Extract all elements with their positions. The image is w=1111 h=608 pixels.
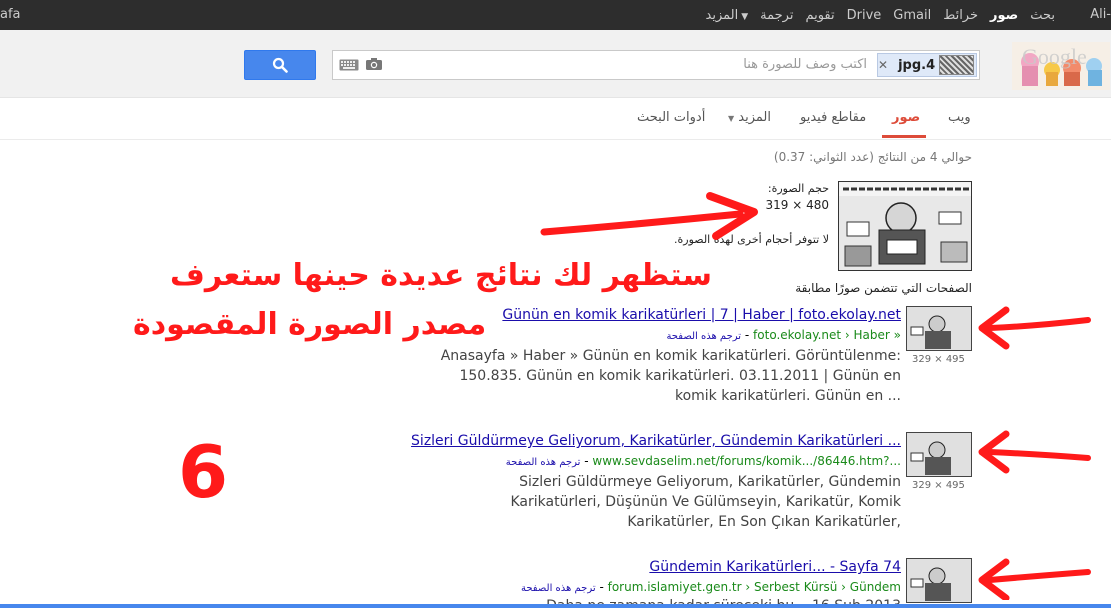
result-thumbnail[interactable] xyxy=(906,558,972,603)
nav-images[interactable]: صور xyxy=(990,8,1018,23)
search-box[interactable]: ✕ jpg.4 اكتب وصف للصورة هنا xyxy=(332,50,980,80)
nav-calendar[interactable]: تقويم xyxy=(805,8,834,23)
result-thumbnail[interactable] xyxy=(906,306,972,351)
result-dimensions: 329 × 495 xyxy=(912,354,965,365)
top-nav: بحث صور خرائط Gmail Drive تقويم ترجمة ال… xyxy=(706,0,1056,30)
search-button[interactable] xyxy=(244,50,316,80)
result-snippet: Sizleri Güldürmeye Geliyorum, Karikatürl… xyxy=(510,474,902,530)
annotation-text-line2: مصدر الصورة المقصودة xyxy=(133,307,487,342)
caret-down-icon: ▼ xyxy=(728,114,735,123)
camera-icon[interactable] xyxy=(365,57,383,71)
translate-link[interactable]: ترجم هذه الصفحة xyxy=(666,331,741,342)
result-snippet: Anasayfa » Haber » Günün en komik karika… xyxy=(440,348,901,404)
remove-image-icon[interactable]: ✕ xyxy=(878,58,888,72)
result-title-link[interactable]: Gündemin Karikatürleri... - Sayfa 74 xyxy=(649,559,901,575)
translate-link[interactable]: ترجم هذه الصفحة xyxy=(506,457,581,468)
result-url[interactable]: foto.ekolay.net › Haber » xyxy=(753,328,901,342)
nav-more-label: المزيد xyxy=(705,7,739,23)
image-size-label: حجم الصورة: xyxy=(767,182,829,195)
result-stats: حوالي 4 من النتائج (عدد الثواني: 0.37) xyxy=(773,150,972,164)
arrow-right-icon xyxy=(540,192,758,240)
google-doodle-logo[interactable]: Google xyxy=(1012,42,1110,90)
step-number: 6 xyxy=(178,430,229,514)
result-url[interactable]: forum.islamiyet.gen.tr › Serbest Kürsü ›… xyxy=(608,580,901,594)
result-image xyxy=(907,307,971,350)
tab-search-tools[interactable]: أدوات البحث xyxy=(637,110,705,125)
tab-web[interactable]: ويب xyxy=(948,110,971,125)
result-thumbnail[interactable] xyxy=(906,432,972,477)
result-title-link[interactable]: Sizleri Güldürmeye Geliyorum, Karikatürl… xyxy=(411,433,901,449)
tab-images[interactable]: صور xyxy=(892,110,920,125)
nav-drive[interactable]: Drive xyxy=(847,8,882,23)
search-input[interactable]: اكتب وصف للصورة هنا xyxy=(743,57,867,72)
active-tab-indicator xyxy=(882,135,926,138)
nav-search[interactable]: بحث xyxy=(1030,8,1055,23)
result-url[interactable]: www.sevdaselim.net/forums/komik.../86446… xyxy=(592,454,901,468)
result-image xyxy=(907,433,971,476)
search-header: Google ✕ jpg.4 اكتب وصف للصورة هنا xyxy=(0,30,1111,98)
image-size-value: 319 × 480 xyxy=(765,198,830,212)
nav-gmail[interactable]: Gmail xyxy=(893,8,931,23)
result-title-link[interactable]: Günün en komik karikatürleri | 7 | Haber… xyxy=(502,307,901,323)
query-image-thumbnail[interactable] xyxy=(838,181,972,271)
result-image xyxy=(907,559,971,602)
user-name-left[interactable]: afa xyxy=(0,7,21,22)
taskbar-edge xyxy=(0,604,1111,608)
arrow-left-icon xyxy=(978,558,1091,600)
arrow-left-icon xyxy=(978,430,1091,474)
nav-translate[interactable]: ترجمة xyxy=(760,8,793,23)
result-url-line: foto.ekolay.net › Haber » - ترجم هذه الص… xyxy=(666,328,901,342)
result-dimensions: 329 × 495 xyxy=(912,480,965,491)
translate-link[interactable]: ترجم هذه الصفحة xyxy=(521,583,596,594)
image-file-chip[interactable]: ✕ jpg.4 xyxy=(877,53,977,77)
annotation-text-line1: ستظهر لك نتائج عديدة حينها ستعرف xyxy=(170,258,713,293)
search-tabs: ويب صور مقاطع فيديو المزيد ▼ أدوات البحث xyxy=(0,98,1111,140)
matching-pages-heading: الصفحات التي تتضمن صورًا مطابقة xyxy=(795,281,972,295)
svg-text:Google: Google xyxy=(1022,44,1087,69)
result-url-line: forum.islamiyet.gen.tr › Serbest Kürsü ›… xyxy=(520,580,901,594)
nav-maps[interactable]: خرائط xyxy=(943,8,978,23)
chip-thumbnail xyxy=(939,55,974,75)
caret-down-icon: ▼ xyxy=(741,11,749,22)
search-icon xyxy=(272,57,288,73)
tab-more[interactable]: المزيد ▼ xyxy=(728,110,771,125)
nav-more[interactable]: المزيد ▼ xyxy=(706,8,749,23)
doodle-art: Google xyxy=(1012,42,1110,90)
top-bar: afa بحث صور خرائط Gmail Drive تقويم ترجم… xyxy=(0,0,1111,30)
image-file-name: jpg.4 xyxy=(898,57,936,73)
page: afa بحث صور خرائط Gmail Drive تقويم ترجم… xyxy=(0,0,1111,608)
tab-more-label: المزيد xyxy=(738,110,771,125)
user-name-right[interactable]: Ali- xyxy=(1090,7,1111,22)
tab-videos[interactable]: مقاطع فيديو xyxy=(800,110,866,125)
cartoon-image xyxy=(839,182,971,270)
result-url-line: www.sevdaselim.net/forums/komik.../86446… xyxy=(505,454,901,468)
arrow-left-icon xyxy=(978,306,1091,350)
keyboard-icon[interactable] xyxy=(339,59,359,71)
